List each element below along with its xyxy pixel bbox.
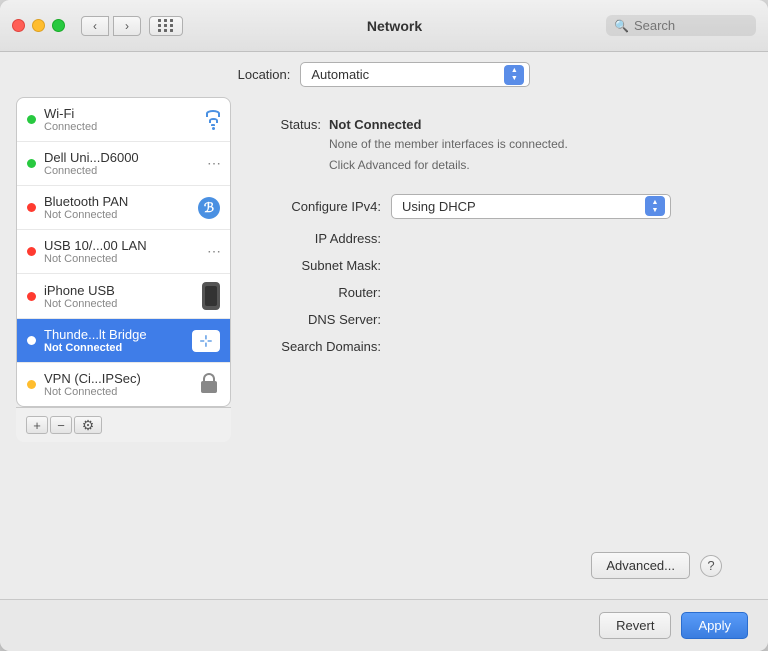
back-button[interactable]: ‹: [81, 16, 109, 36]
thunderbolt-icon: ⊹: [192, 330, 220, 352]
search-domains-row: Search Domains:: [261, 339, 722, 354]
sidebar-item-usb-lan-text: USB 10/...00 LAN Not Connected: [44, 238, 207, 265]
status-dot-wifi: [27, 115, 36, 124]
sidebar-item-vpn-text: VPN (Ci...IPSec) Not Connected: [44, 371, 198, 398]
sidebar-item-dell[interactable]: Dell Uni...D6000 Connected ⋯: [17, 142, 230, 186]
sidebar-item-iphone-text: iPhone USB Not Connected: [44, 283, 202, 310]
sidebar-item-wifi[interactable]: Wi-Fi Connected: [17, 98, 230, 142]
sidebar-item-iphone-usb[interactable]: iPhone USB Not Connected: [17, 274, 230, 319]
network-window: ‹ › Network 🔍 Location: Automatic: [0, 0, 768, 651]
minimize-button[interactable]: [32, 19, 45, 32]
sidebar-item-thunderbolt-status: Not Connected: [44, 342, 192, 354]
sidebar-item-bluetooth-pan[interactable]: Bluetooth PAN Not Connected ℬ: [17, 186, 230, 230]
sidebar-item-wifi-name: Wi-Fi: [44, 106, 206, 121]
location-select[interactable]: Automatic: [300, 62, 530, 87]
title-bar: ‹ › Network 🔍: [0, 0, 768, 52]
status-description: None of the member interfaces is connect…: [329, 136, 722, 174]
status-dot-iphone: [27, 292, 36, 301]
close-button[interactable]: [12, 19, 25, 32]
location-label: Location:: [238, 67, 291, 82]
configure-label: Configure IPv4:: [261, 199, 381, 214]
grid-button[interactable]: [149, 16, 183, 36]
router-row: Router:: [261, 285, 722, 300]
sidebar-item-usb-lan[interactable]: USB 10/...00 LAN Not Connected ⋯: [17, 230, 230, 274]
fields-section: Configure IPv4: Using DHCP IP Address: S: [261, 194, 722, 354]
sidebar-item-thunderbolt-name: Thunde...lt Bridge: [44, 327, 192, 342]
sidebar-item-thunderbolt-text: Thunde...lt Bridge Not Connected: [44, 327, 192, 354]
revert-button[interactable]: Revert: [599, 612, 671, 639]
sidebar-item-dell-name: Dell Uni...D6000: [44, 150, 207, 165]
configure-row: Configure IPv4: Using DHCP: [261, 194, 722, 219]
phone-icon: [202, 282, 220, 310]
network-dots-icon-usb: ⋯: [207, 243, 220, 260]
sidebar-item-dell-text: Dell Uni...D6000 Connected: [44, 150, 207, 177]
window-title: Network: [183, 18, 606, 34]
status-dot-dell: [27, 159, 36, 168]
network-dots-icon-dell: ⋯: [207, 155, 220, 172]
sidebar-item-iphone-status: Not Connected: [44, 298, 202, 310]
traffic-lights: [12, 19, 65, 32]
status-dot-usb-lan: [27, 247, 36, 256]
ip-row: IP Address:: [261, 231, 722, 246]
sidebar-item-bluetooth-status: Not Connected: [44, 209, 198, 221]
window-footer: Revert Apply: [0, 599, 768, 651]
sidebar-item-bluetooth-name: Bluetooth PAN: [44, 194, 198, 209]
sidebar-item-wifi-status: Connected: [44, 121, 206, 133]
sidebar: Wi-Fi Connected Dell Uni...D6000: [16, 97, 231, 407]
status-value: Not Connected: [329, 117, 421, 132]
location-bar: Location: Automatic: [0, 52, 768, 97]
search-box[interactable]: 🔍: [606, 15, 756, 36]
router-label: Router:: [261, 285, 381, 300]
detail-bottom: Advanced... ?: [261, 542, 722, 579]
main-content: Wi-Fi Connected Dell Uni...D6000: [0, 97, 768, 599]
search-domains-label: Search Domains:: [261, 339, 381, 354]
status-dot-vpn: [27, 380, 36, 389]
status-section: Status: Not Connected None of the member…: [261, 117, 722, 174]
forward-button[interactable]: ›: [113, 16, 141, 36]
status-label: Status:: [261, 117, 321, 132]
search-icon: 🔍: [614, 19, 629, 33]
sidebar-item-vpn-status: Not Connected: [44, 386, 198, 398]
wifi-icon: [206, 110, 220, 130]
sidebar-item-bluetooth-text: Bluetooth PAN Not Connected: [44, 194, 198, 221]
status-row: Status: Not Connected: [261, 117, 722, 132]
maximize-button[interactable]: [52, 19, 65, 32]
search-input[interactable]: [634, 18, 744, 33]
status-desc-line1: None of the member interfaces is connect…: [329, 136, 722, 153]
dns-row: DNS Server:: [261, 312, 722, 327]
dns-label: DNS Server:: [261, 312, 381, 327]
status-desc-line2: Click Advanced for details.: [329, 157, 722, 174]
vpn-lock-icon: [198, 373, 220, 397]
sidebar-item-thunderbolt[interactable]: Thunde...lt Bridge Not Connected ⊹: [17, 319, 230, 363]
status-dot-thunderbolt: [27, 336, 36, 345]
sidebar-item-dell-status: Connected: [44, 165, 207, 177]
configure-select[interactable]: Using DHCP: [391, 194, 671, 219]
remove-network-button[interactable]: −: [50, 416, 72, 434]
sidebar-item-usb-lan-status: Not Connected: [44, 253, 207, 265]
network-settings-button[interactable]: ⚙: [74, 416, 102, 434]
location-select-wrapper: Automatic: [300, 62, 530, 87]
advanced-button[interactable]: Advanced...: [591, 552, 690, 579]
sidebar-item-wifi-text: Wi-Fi Connected: [44, 106, 206, 133]
subnet-label: Subnet Mask:: [261, 258, 381, 273]
sidebar-wrapper: Wi-Fi Connected Dell Uni...D6000: [16, 97, 231, 599]
sidebar-item-vpn-name: VPN (Ci...IPSec): [44, 371, 198, 386]
apply-button[interactable]: Apply: [681, 612, 748, 639]
ip-label: IP Address:: [261, 231, 381, 246]
bluetooth-icon: ℬ: [198, 197, 220, 219]
sidebar-item-iphone-name: iPhone USB: [44, 283, 202, 298]
nav-buttons: ‹ ›: [81, 16, 141, 36]
help-button[interactable]: ?: [700, 555, 722, 577]
status-dot-bluetooth: [27, 203, 36, 212]
configure-select-wrapper: Using DHCP: [391, 194, 671, 219]
sidebar-item-usb-lan-name: USB 10/...00 LAN: [44, 238, 207, 253]
add-network-button[interactable]: +: [26, 416, 48, 434]
subnet-row: Subnet Mask:: [261, 258, 722, 273]
detail-panel: Status: Not Connected None of the member…: [231, 97, 752, 599]
grid-icon: [158, 19, 174, 32]
sidebar-item-vpn[interactable]: VPN (Ci...IPSec) Not Connected: [17, 363, 230, 406]
sidebar-footer: + − ⚙: [16, 407, 231, 442]
